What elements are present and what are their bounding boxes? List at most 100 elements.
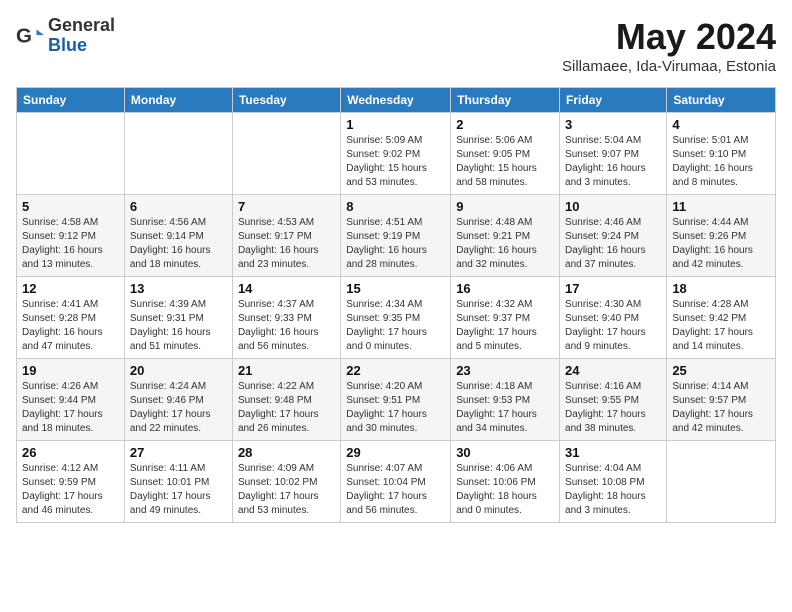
day-number: 9 [456,199,554,214]
calendar-cell: 13 Sunrise: 4:39 AM Sunset: 9:31 PM Dayli… [124,277,232,359]
day-number: 19 [22,363,119,378]
calendar-cell: 24 Sunrise: 4:16 AM Sunset: 9:55 PM Dayli… [560,359,667,441]
day-info: Sunrise: 4:44 AM Sunset: 9:26 PM Dayligh… [672,216,770,272]
day-info: Sunrise: 4:53 AM Sunset: 9:17 PM Dayligh… [238,216,335,272]
calendar-cell: 6 Sunrise: 4:56 AM Sunset: 9:14 PM Daylig… [124,195,232,277]
calendar-cell: 26Sunrise: 4:12 AM Sunset: 9:59 PM Dayli… [17,441,125,523]
day-number: 10 [565,199,661,214]
day-number: 31 [565,445,661,460]
calendar-cell: 27 Sunrise: 4:11 AM Sunset: 10:01 PM Dayl… [124,441,232,523]
logo-general-text: General [48,16,115,36]
calendar-week-5: 26Sunrise: 4:12 AM Sunset: 9:59 PM Dayli… [17,441,776,523]
location-subtitle: Sillamaee, Ida-Virumaa, Estonia [562,58,776,75]
day-info: Sunrise: 4:51 AM Sunset: 9:19 PM Dayligh… [346,216,445,272]
column-header-sunday: Sunday [17,88,125,113]
day-number: 22 [346,363,445,378]
day-info: Sunrise: 4:39 AM Sunset: 9:31 PM Dayligh… [130,298,227,354]
day-info: Sunrise: 4:18 AM Sunset: 9:53 PM Dayligh… [456,380,554,436]
day-info: Sunrise: 4:24 AM Sunset: 9:46 PM Dayligh… [130,380,227,436]
day-info: Sunrise: 4:06 AM Sunset: 10:06 PM Daylig… [456,462,554,518]
calendar-cell: 28Sunrise: 4:09 AM Sunset: 10:02 PM Dayl… [232,441,340,523]
calendar-cell: 21 Sunrise: 4:22 AM Sunset: 9:48 PM Dayli… [232,359,340,441]
svg-text:G: G [16,24,32,47]
day-number: 7 [238,199,335,214]
day-number: 24 [565,363,661,378]
title-block: May 2024 Sillamaee, Ida-Virumaa, Estonia [562,16,776,75]
day-info: Sunrise: 4:56 AM Sunset: 9:14 PM Dayligh… [130,216,227,272]
logo: G General Blue [16,16,115,56]
day-info: Sunrise: 5:06 AM Sunset: 9:05 PM Dayligh… [456,134,554,190]
calendar-cell: 11 Sunrise: 4:44 AM Sunset: 9:26 PM Dayli… [667,195,776,277]
calendar-cell: 5Sunrise: 4:58 AM Sunset: 9:12 PM Daylig… [17,195,125,277]
day-info: Sunrise: 5:04 AM Sunset: 9:07 PM Dayligh… [565,134,661,190]
day-number: 12 [22,281,119,296]
column-header-monday: Monday [124,88,232,113]
column-header-thursday: Thursday [451,88,560,113]
calendar-header-row: SundayMondayTuesdayWednesdayThursdayFrid… [17,88,776,113]
day-number: 25 [672,363,770,378]
calendar-cell: 8 Sunrise: 4:51 AM Sunset: 9:19 PM Daylig… [341,195,451,277]
day-number: 29 [346,445,445,460]
calendar-cell: 31Sunrise: 4:04 AM Sunset: 10:08 PM Dayl… [560,441,667,523]
day-info: Sunrise: 5:09 AM Sunset: 9:02 PM Dayligh… [346,134,445,190]
calendar-cell: 9 Sunrise: 4:48 AM Sunset: 9:21 PM Daylig… [451,195,560,277]
day-number: 16 [456,281,554,296]
calendar-cell: 7 Sunrise: 4:53 AM Sunset: 9:17 PM Daylig… [232,195,340,277]
day-number: 28 [238,445,335,460]
column-header-saturday: Saturday [667,88,776,113]
day-number: 15 [346,281,445,296]
column-header-friday: Friday [560,88,667,113]
day-info: Sunrise: 4:22 AM Sunset: 9:48 PM Dayligh… [238,380,335,436]
day-number: 27 [130,445,227,460]
day-number: 3 [565,117,661,132]
calendar-cell: 29 Sunrise: 4:07 AM Sunset: 10:04 PM Dayl… [341,441,451,523]
day-info: Sunrise: 4:07 AM Sunset: 10:04 PM Daylig… [346,462,445,518]
calendar-cell: 16 Sunrise: 4:32 AM Sunset: 9:37 PM Dayli… [451,277,560,359]
day-number: 8 [346,199,445,214]
calendar-cell: 19 Sunrise: 4:26 AM Sunset: 9:44 PM Dayli… [17,359,125,441]
page-header: G General Blue May 2024 Sillamaee, Ida-V… [16,16,776,75]
day-info: Sunrise: 4:20 AM Sunset: 9:51 PM Dayligh… [346,380,445,436]
calendar-cell: 22 Sunrise: 4:20 AM Sunset: 9:51 PM Dayli… [341,359,451,441]
day-number: 4 [672,117,770,132]
day-info: Sunrise: 5:01 AM Sunset: 9:10 PM Dayligh… [672,134,770,190]
day-number: 17 [565,281,661,296]
calendar-week-4: 19 Sunrise: 4:26 AM Sunset: 9:44 PM Dayli… [17,359,776,441]
day-number: 6 [130,199,227,214]
day-info: Sunrise: 4:11 AM Sunset: 10:01 PM Daylig… [130,462,227,518]
calendar-cell: 4 Sunrise: 5:01 AM Sunset: 9:10 PM Daylig… [667,113,776,195]
calendar-cell: 25Sunrise: 4:14 AM Sunset: 9:57 PM Dayli… [667,359,776,441]
day-info: Sunrise: 4:32 AM Sunset: 9:37 PM Dayligh… [456,298,554,354]
day-number: 13 [130,281,227,296]
day-info: Sunrise: 4:26 AM Sunset: 9:44 PM Dayligh… [22,380,119,436]
day-number: 20 [130,363,227,378]
column-header-wednesday: Wednesday [341,88,451,113]
day-number: 1 [346,117,445,132]
calendar-table: SundayMondayTuesdayWednesdayThursdayFrid… [16,87,776,523]
calendar-cell: 15Sunrise: 4:34 AM Sunset: 9:35 PM Dayli… [341,277,451,359]
day-info: Sunrise: 4:41 AM Sunset: 9:28 PM Dayligh… [22,298,119,354]
day-number: 18 [672,281,770,296]
calendar-cell: 3 Sunrise: 5:04 AM Sunset: 9:07 PM Daylig… [560,113,667,195]
calendar-cell: 18 Sunrise: 4:28 AM Sunset: 9:42 PM Dayli… [667,277,776,359]
day-number: 21 [238,363,335,378]
month-title: May 2024 [562,16,776,58]
day-number: 14 [238,281,335,296]
logo-blue-text: Blue [48,36,115,56]
calendar-week-2: 5Sunrise: 4:58 AM Sunset: 9:12 PM Daylig… [17,195,776,277]
day-number: 30 [456,445,554,460]
column-header-tuesday: Tuesday [232,88,340,113]
day-info: Sunrise: 4:30 AM Sunset: 9:40 PM Dayligh… [565,298,661,354]
day-number: 11 [672,199,770,214]
calendar-cell [232,113,340,195]
calendar-week-3: 12 Sunrise: 4:41 AM Sunset: 9:28 PM Dayli… [17,277,776,359]
calendar-cell: 17 Sunrise: 4:30 AM Sunset: 9:40 PM Dayli… [560,277,667,359]
calendar-cell: 20 Sunrise: 4:24 AM Sunset: 9:46 PM Dayli… [124,359,232,441]
calendar-cell: 23Sunrise: 4:18 AM Sunset: 9:53 PM Dayli… [451,359,560,441]
day-info: Sunrise: 4:12 AM Sunset: 9:59 PM Dayligh… [22,462,119,518]
logo-icon: G [16,22,44,50]
day-info: Sunrise: 4:48 AM Sunset: 9:21 PM Dayligh… [456,216,554,272]
day-info: Sunrise: 4:28 AM Sunset: 9:42 PM Dayligh… [672,298,770,354]
day-number: 2 [456,117,554,132]
day-info: Sunrise: 4:16 AM Sunset: 9:55 PM Dayligh… [565,380,661,436]
